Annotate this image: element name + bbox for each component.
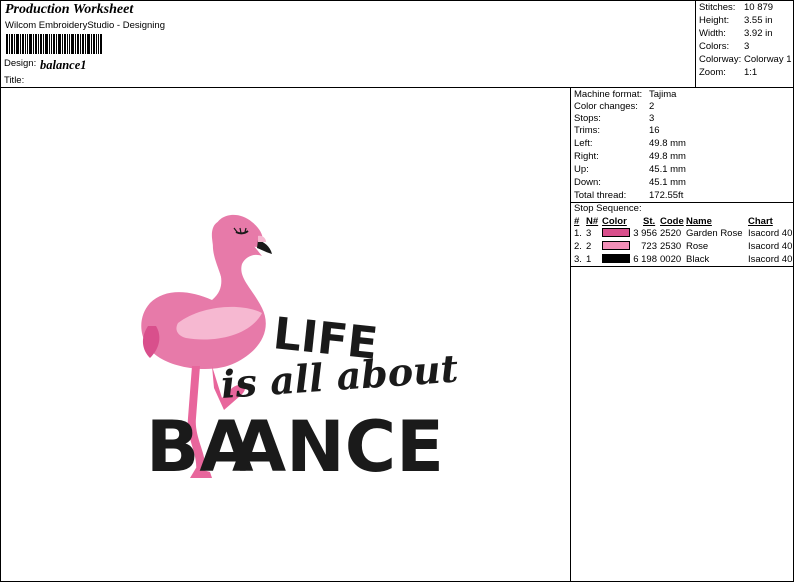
stop-row: 1. 3 3 956 2520 Garden Rose Isacord 40: [574, 228, 793, 239]
flamingo-artwork: LIFE is all about BA ANCE: [141, 214, 460, 488]
design-label: Design:: [4, 58, 37, 69]
barcode: [6, 34, 102, 54]
divider: [571, 266, 794, 267]
software-name: Wilcom EmbroideryStudio - Designing: [5, 20, 165, 31]
worksheet-title: Production Worksheet: [5, 2, 134, 17]
worksheet-header: Production Worksheet Wilcom EmbroiderySt…: [0, 0, 696, 88]
art-line-is-all-about: is all about: [219, 345, 460, 406]
design-name: balance1: [40, 58, 87, 72]
color-swatch: [602, 241, 630, 250]
stop-table-header: # N# Color St. Code Name Chart: [574, 216, 773, 227]
design-preview: LIFE is all about BA ANCE: [0, 88, 571, 582]
stop-sequence-title: Stop Sequence:: [574, 203, 642, 214]
machine-info-panel: Machine format: Tajima Color changes: 2 St…: [571, 88, 794, 582]
art-line-ance: ANCE: [232, 406, 444, 488]
color-swatch: [602, 254, 630, 263]
color-swatch: [602, 228, 630, 237]
stop-row: 2. 2 723 2530 Rose Isacord 40: [574, 241, 793, 252]
design-summary: Stitches: 10 879 Height: 3.55 in Width: 3.9…: [696, 0, 794, 88]
title-label: Title:: [4, 75, 25, 86]
stop-row: 3. 1 6 198 0020 Black Isacord 40: [574, 254, 793, 265]
